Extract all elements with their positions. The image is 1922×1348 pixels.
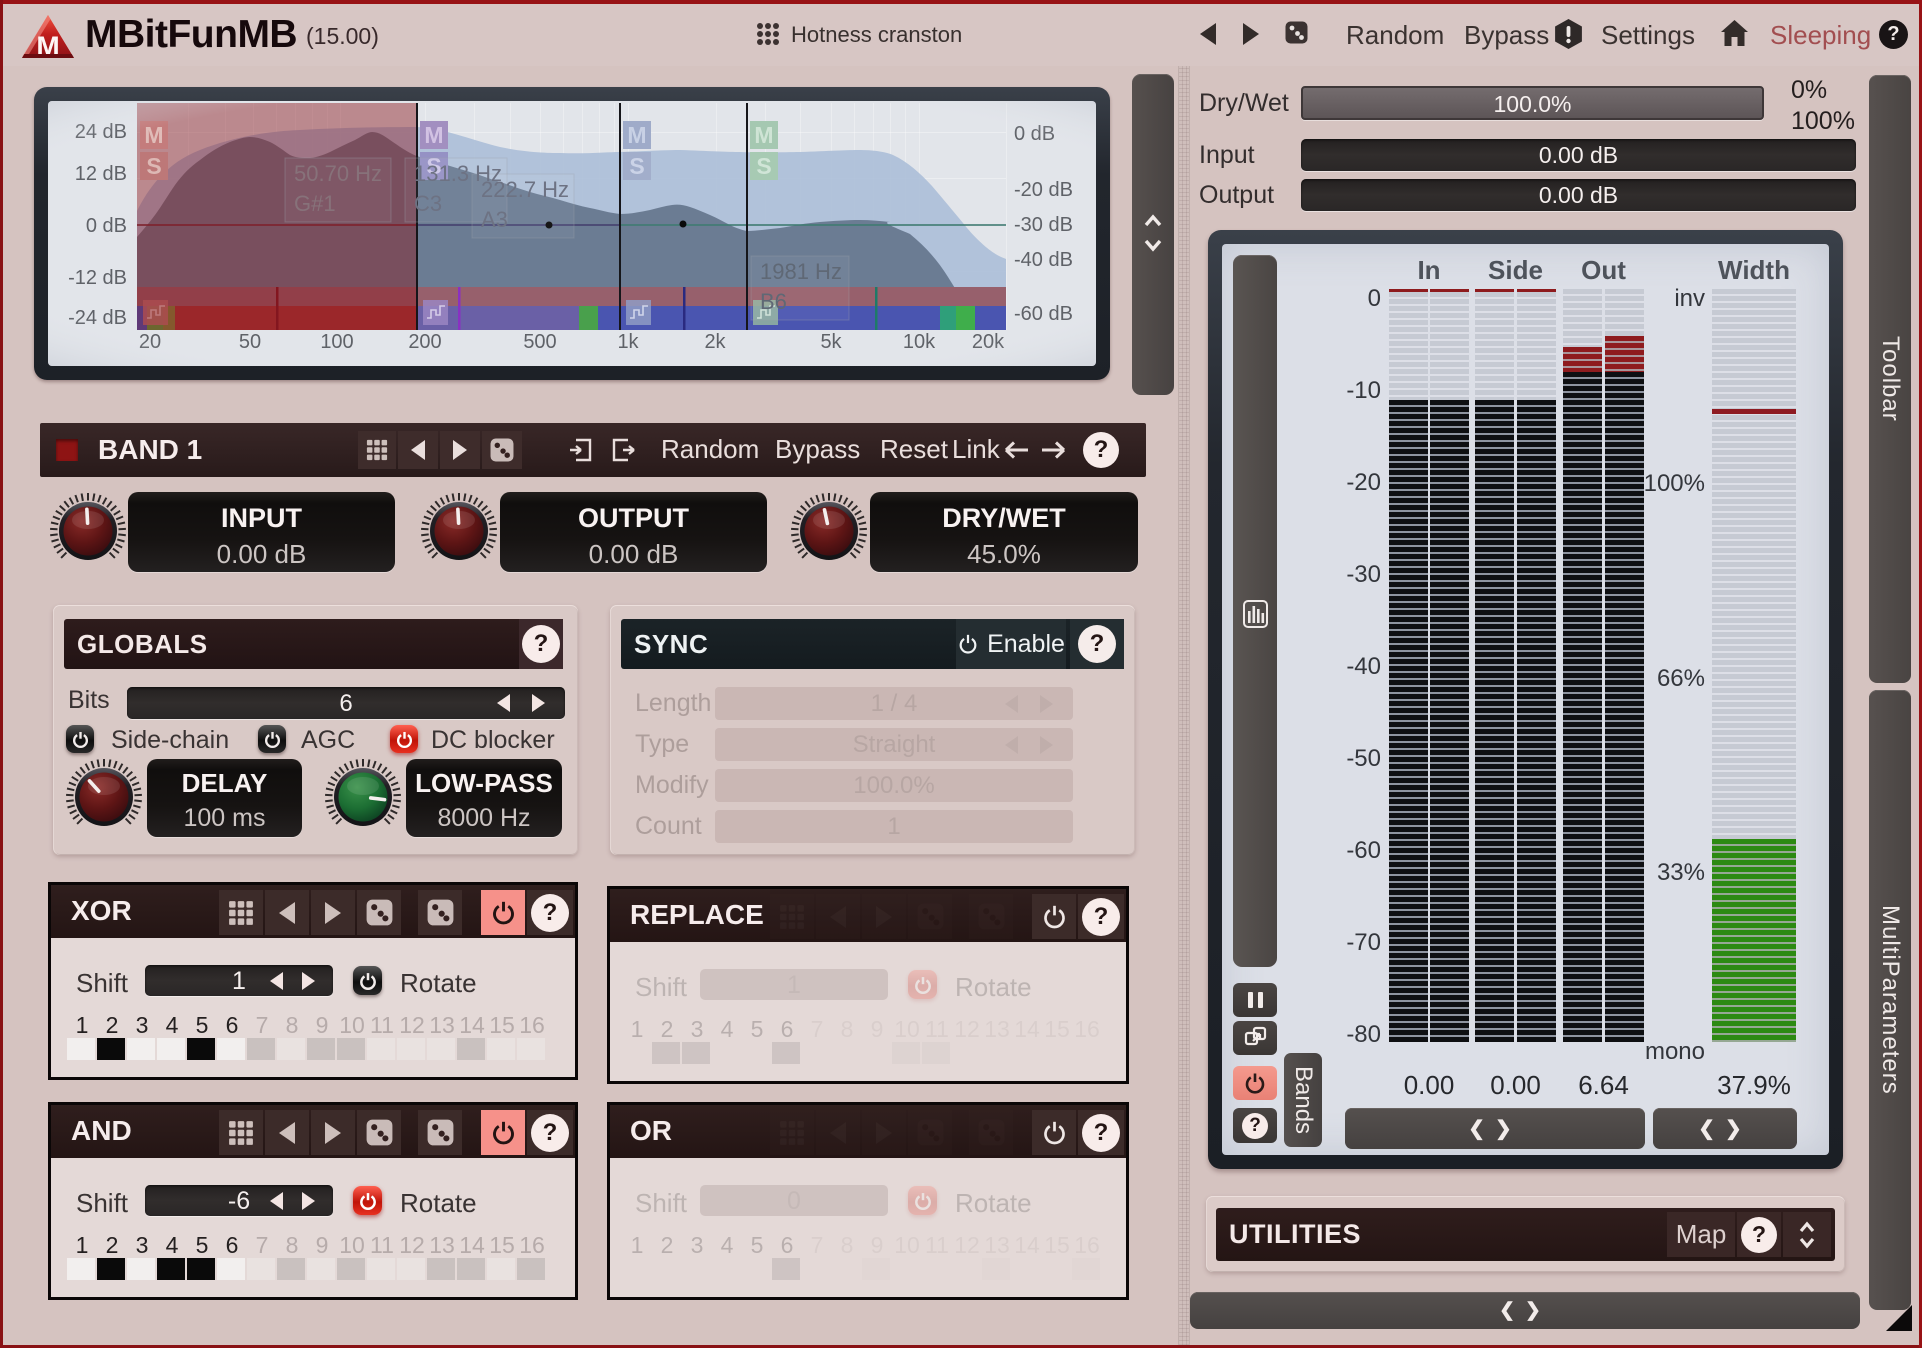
svg-text:M: M [36,31,59,59]
